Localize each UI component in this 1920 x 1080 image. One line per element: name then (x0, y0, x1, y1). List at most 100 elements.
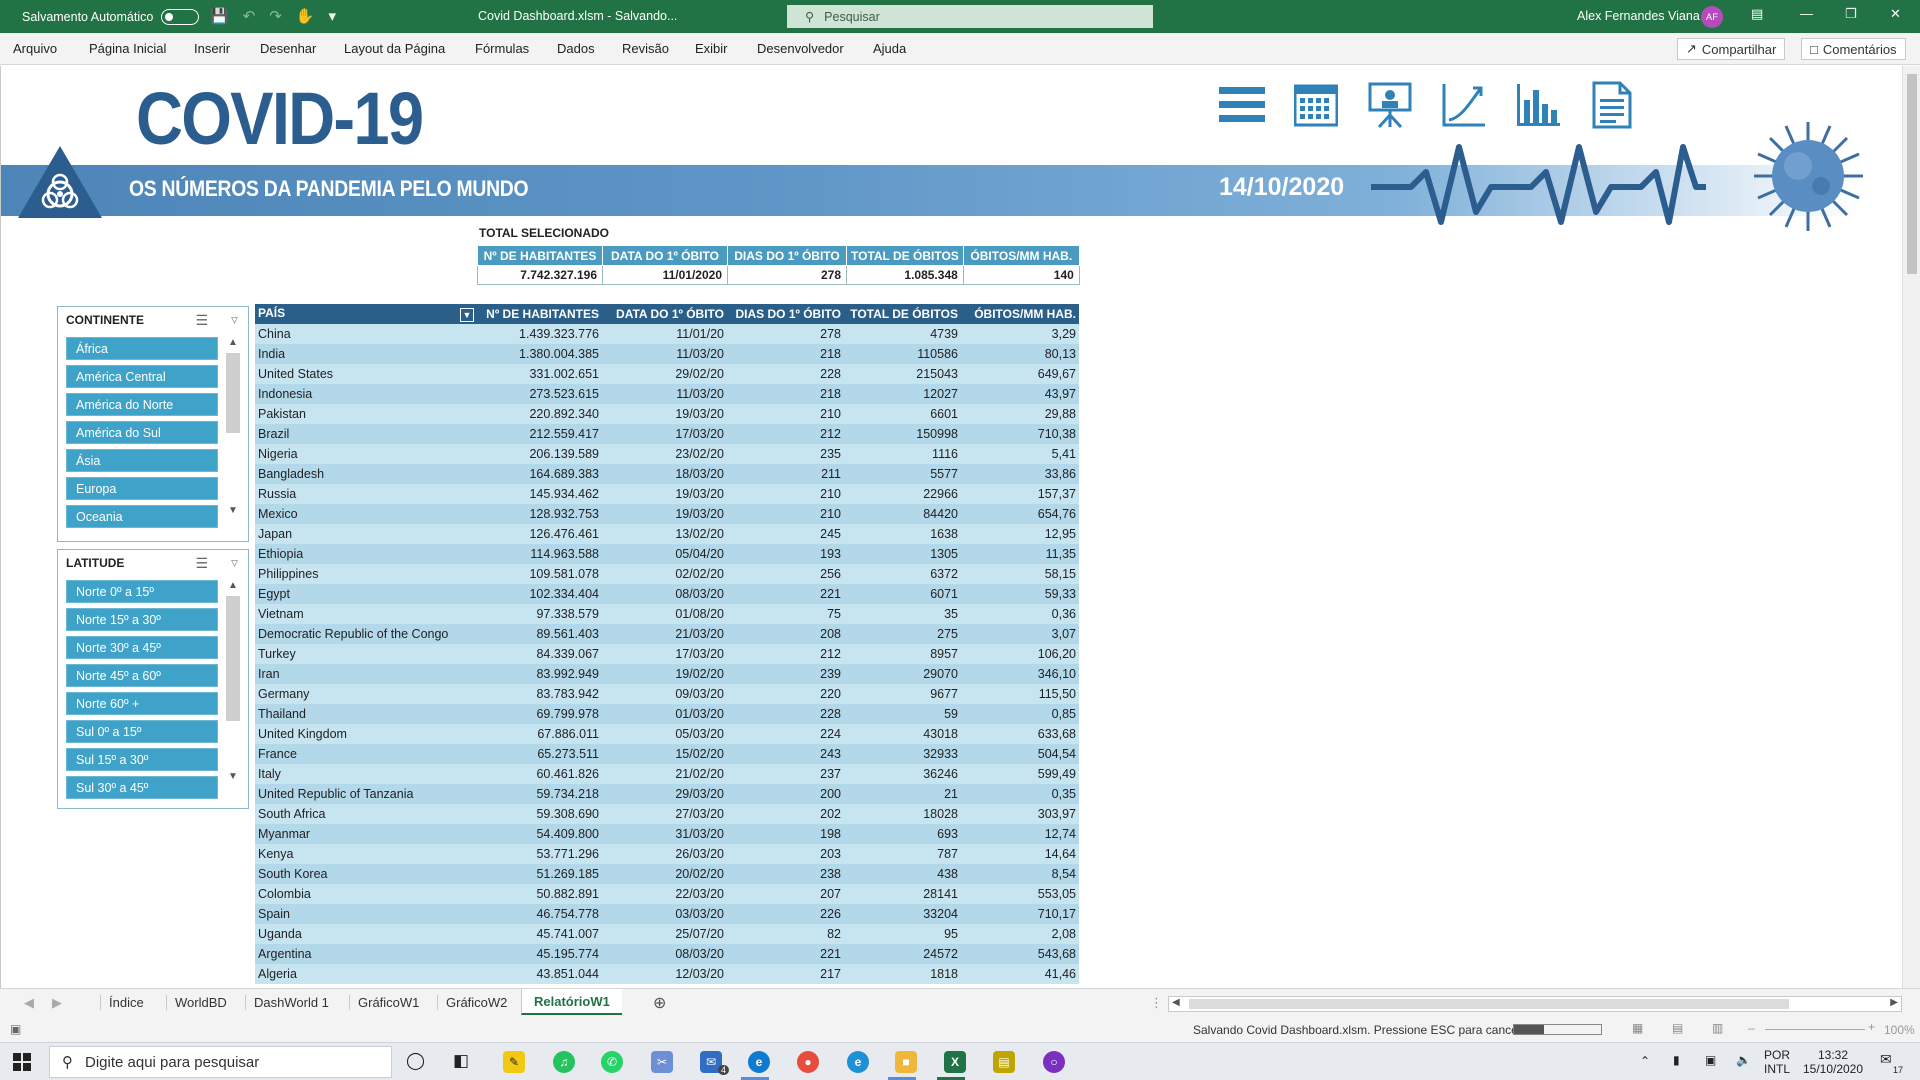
cell-deaths-per-million[interactable]: 346,10 (961, 664, 1079, 684)
windows-start-icon[interactable] (13, 1053, 31, 1071)
cell-population[interactable]: 89.561.403 (477, 624, 602, 644)
app-circle-icon[interactable]: ○ (1043, 1051, 1065, 1073)
cell-total-deaths[interactable]: 1116 (844, 444, 961, 464)
continent-item[interactable]: Europa (66, 477, 218, 500)
cell-deaths-per-million[interactable]: 504,54 (961, 744, 1079, 764)
cell-population[interactable]: 126.476.461 (477, 524, 602, 544)
cell-total-deaths[interactable]: 24572 (844, 944, 961, 964)
scroll-down-icon[interactable]: ▼ (226, 505, 240, 519)
table-row[interactable]: Bangladesh 164.689.383 18/03/20 211 5577 33,8… (255, 464, 1079, 484)
col-header-data-obito[interactable]: DATA DO 1º ÓBITO (602, 304, 727, 324)
cell-population[interactable]: 1.380.004.385 (477, 344, 602, 364)
horizontal-scrollbar[interactable]: ◀ ▶ (1168, 996, 1902, 1012)
task-view-icon[interactable]: ◧ (453, 1051, 469, 1071)
zoom-out-icon[interactable]: – (1748, 1021, 1755, 1035)
scroll-right-icon[interactable]: ▶ (1890, 997, 1898, 1008)
cell-country[interactable]: Algeria (255, 964, 477, 984)
cell-total-deaths[interactable]: 215043 (844, 364, 961, 384)
cell-first-death-date[interactable]: 26/03/20 (602, 844, 727, 864)
scroll-down-icon[interactable]: ▼ (226, 771, 240, 785)
cell-deaths-per-million[interactable]: 80,13 (961, 344, 1079, 364)
page-break-icon[interactable]: ▥ (1712, 1021, 1723, 1035)
continent-item[interactable]: América do Sul (66, 421, 218, 444)
table-row[interactable]: Thailand 69.799.978 01/03/20 228 59 0,85 (255, 704, 1079, 724)
latitude-item[interactable]: Norte 30º a 45º (66, 636, 218, 659)
cell-population[interactable]: 65.273.511 (477, 744, 602, 764)
tab-inserir[interactable]: Inserir (194, 41, 230, 56)
cell-days-since-first-death[interactable]: 235 (727, 444, 844, 464)
add-sheet-icon[interactable]: ⊕ (653, 993, 666, 1013)
clock[interactable]: 13:32 15/10/2020 (1800, 1048, 1866, 1076)
filter-dropdown-icon[interactable]: ▼ (460, 308, 474, 322)
document-title[interactable]: Covid Dashboard.xlsm - Salvando... (478, 9, 677, 23)
trend-chart-icon[interactable] (1440, 81, 1488, 129)
cell-deaths-per-million[interactable]: 3,29 (961, 324, 1079, 344)
cell-days-since-first-death[interactable]: 218 (727, 384, 844, 404)
cell-first-death-date[interactable]: 01/03/20 (602, 704, 727, 724)
cell-first-death-date[interactable]: 01/08/20 (602, 604, 727, 624)
cell-total-deaths[interactable]: 9677 (844, 684, 961, 704)
cell-deaths-per-million[interactable]: 0,36 (961, 604, 1079, 624)
cell-total-deaths[interactable]: 33204 (844, 904, 961, 924)
cell-deaths-per-million[interactable]: 58,15 (961, 564, 1079, 584)
next-sheet-icon[interactable]: ▶ (52, 995, 62, 1011)
scroll-up-icon[interactable]: ▲ (226, 580, 240, 594)
cell-country[interactable]: Vietnam (255, 604, 477, 624)
cell-population[interactable]: 164.689.383 (477, 464, 602, 484)
cell-country[interactable]: Pakistan (255, 404, 477, 424)
cell-first-death-date[interactable]: 19/02/20 (602, 664, 727, 684)
taskbar-search[interactable]: ⚲ Digite aqui para pesquisar (49, 1046, 392, 1078)
cell-deaths-per-million[interactable]: 599,49 (961, 764, 1079, 784)
cell-total-deaths[interactable]: 1818 (844, 964, 961, 984)
cell-days-since-first-death[interactable]: 210 (727, 404, 844, 424)
battery-icon[interactable]: ▮ (1673, 1053, 1680, 1067)
cell-total-deaths[interactable]: 59 (844, 704, 961, 724)
snipping-tool-icon[interactable]: ✂ (651, 1051, 673, 1073)
cell-country[interactable]: United Republic of Tanzania (255, 784, 477, 804)
cell-days-since-first-death[interactable]: 239 (727, 664, 844, 684)
cell-first-death-date[interactable]: 03/03/20 (602, 904, 727, 924)
prev-sheet-icon[interactable]: ◀ (24, 995, 34, 1011)
summary-dias-obito[interactable]: 278 (727, 265, 847, 285)
avatar[interactable]: AF (1701, 6, 1723, 28)
cell-first-death-date[interactable]: 20/02/20 (602, 864, 727, 884)
bar-chart-icon[interactable] (1514, 81, 1562, 129)
summary-data-obito[interactable]: 11/01/2020 (602, 265, 728, 285)
zoom-slider[interactable] (1765, 1029, 1865, 1030)
cell-days-since-first-death[interactable]: 237 (727, 764, 844, 784)
cell-days-since-first-death[interactable]: 228 (727, 704, 844, 724)
cell-deaths-per-million[interactable]: 157,37 (961, 484, 1079, 504)
cell-first-death-date[interactable]: 12/03/20 (602, 964, 727, 984)
table-row[interactable]: Turkey 84.339.067 17/03/20 212 8957 106,20 (255, 644, 1079, 664)
cell-population[interactable]: 145.934.462 (477, 484, 602, 504)
cell-country[interactable]: Ethiopia (255, 544, 477, 564)
col-header-total-obitos[interactable]: TOTAL DE ÓBITOS (844, 304, 961, 324)
cell-days-since-first-death[interactable]: 218 (727, 344, 844, 364)
cell-days-since-first-death[interactable]: 212 (727, 424, 844, 444)
cell-population[interactable]: 128.932.753 (477, 504, 602, 524)
cell-country[interactable]: Indonesia (255, 384, 477, 404)
cell-first-death-date[interactable]: 23/02/20 (602, 444, 727, 464)
table-row[interactable]: Iran 83.992.949 19/02/20 239 29070 346,10 (255, 664, 1079, 684)
cell-deaths-per-million[interactable]: 5,41 (961, 444, 1079, 464)
cell-population[interactable]: 84.339.067 (477, 644, 602, 664)
cell-days-since-first-death[interactable]: 202 (727, 804, 844, 824)
latitude-item[interactable]: Norte 45º a 60º (66, 664, 218, 687)
cell-total-deaths[interactable]: 95 (844, 924, 961, 944)
tab-revisao[interactable]: Revisão (622, 41, 669, 56)
cell-days-since-first-death[interactable]: 243 (727, 744, 844, 764)
show-hidden-icons[interactable]: ⌃ (1640, 1054, 1650, 1068)
cell-deaths-per-million[interactable]: 106,20 (961, 644, 1079, 664)
cell-country[interactable]: Iran (255, 664, 477, 684)
cell-days-since-first-death[interactable]: 212 (727, 644, 844, 664)
cell-country[interactable]: Brazil (255, 424, 477, 444)
table-row[interactable]: Kenya 53.771.296 26/03/20 203 787 14,64 (255, 844, 1079, 864)
cell-deaths-per-million[interactable]: 710,38 (961, 424, 1079, 444)
whatsapp-icon[interactable]: ✆ (601, 1051, 623, 1073)
customize-toolbar-icon[interactable]: ▾ (329, 7, 337, 25)
cell-country[interactable]: France (255, 744, 477, 764)
cell-total-deaths[interactable]: 787 (844, 844, 961, 864)
cell-deaths-per-million[interactable]: 59,33 (961, 584, 1079, 604)
cell-first-death-date[interactable]: 18/03/20 (602, 464, 727, 484)
cell-country[interactable]: Bangladesh (255, 464, 477, 484)
